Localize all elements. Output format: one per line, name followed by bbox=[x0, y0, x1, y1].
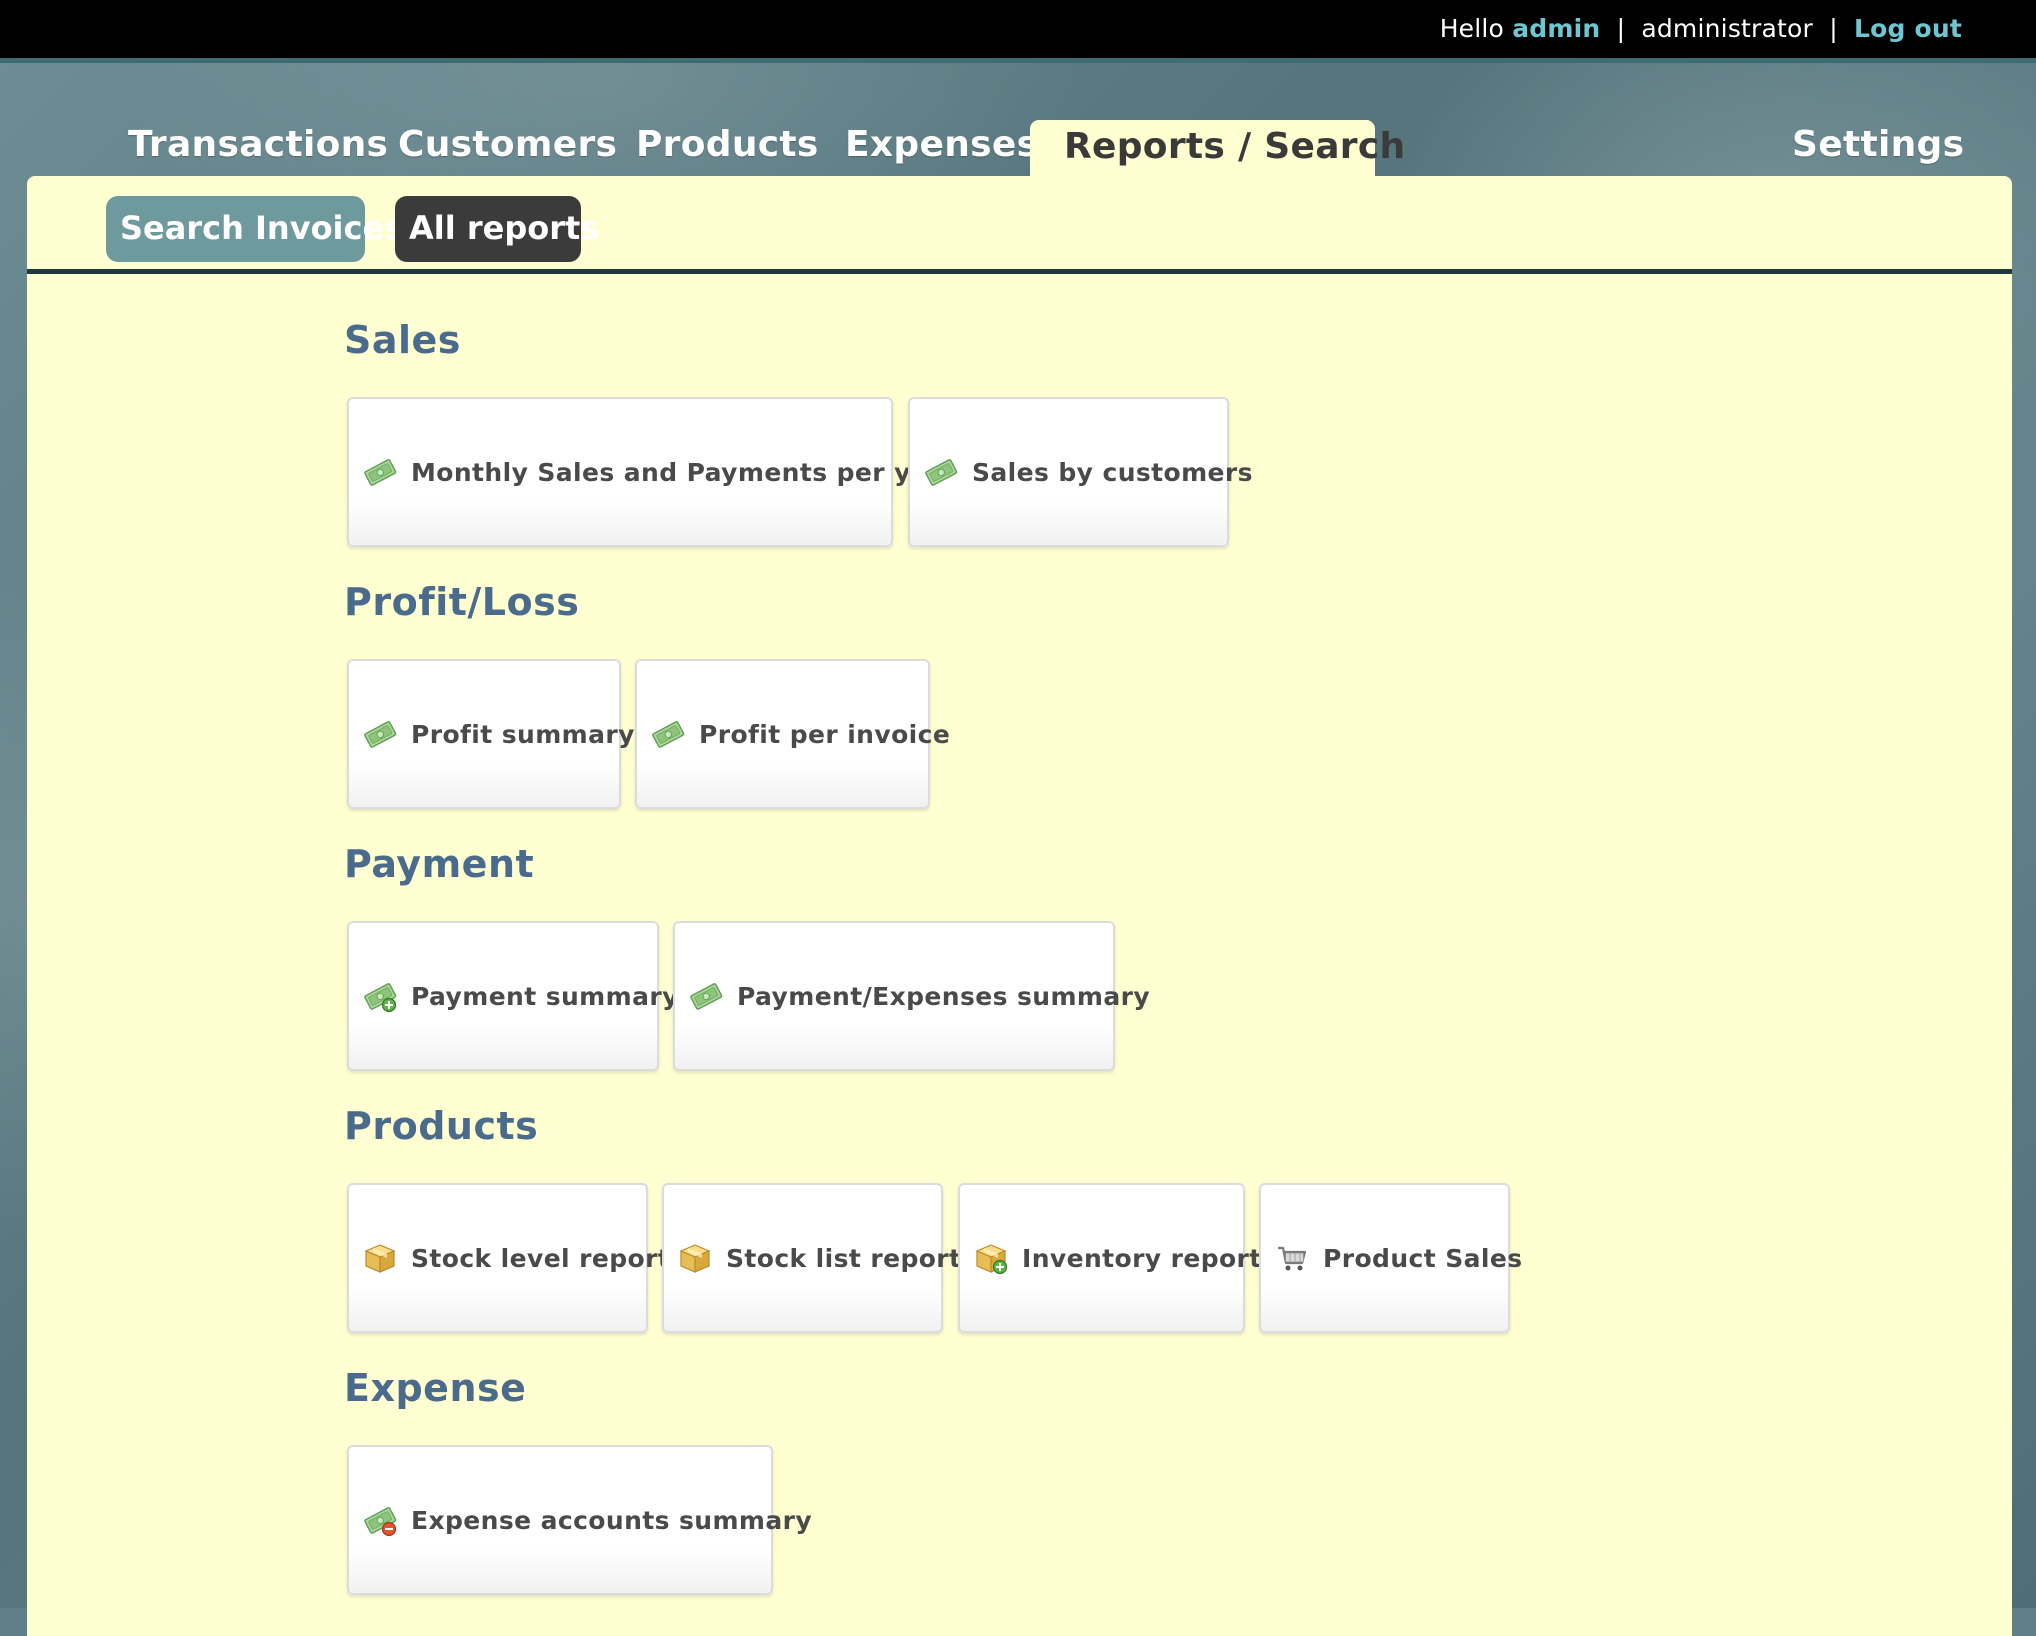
money-add-icon bbox=[363, 979, 397, 1013]
report-sales-by-customers-button[interactable]: Sales by customers bbox=[908, 397, 1253, 547]
report-label: Payment summary bbox=[411, 981, 679, 1011]
money-icon bbox=[651, 717, 685, 751]
tab-transactions[interactable]: Transactions bbox=[128, 124, 388, 165]
separator: | bbox=[1616, 14, 1626, 43]
user-info: Hello admin | administrator | Log out bbox=[1440, 14, 1962, 43]
section-title-payment: Payment bbox=[344, 842, 535, 886]
report-expense-accounts-summary-button[interactable]: Expense accounts summary bbox=[347, 1445, 812, 1595]
subtab-search-invoices[interactable]: Search Invoices bbox=[106, 196, 403, 262]
report-stock-list-button[interactable]: Stock list report bbox=[662, 1183, 961, 1333]
package-icon bbox=[678, 1241, 712, 1275]
cart-icon bbox=[1275, 1241, 1309, 1275]
report-inventory-button[interactable]: Inventory report bbox=[958, 1183, 1261, 1333]
top-bar: Hello admin | administrator | Log out bbox=[0, 0, 2036, 63]
tab-customers[interactable]: Customers bbox=[398, 124, 617, 165]
report-label: Product Sales bbox=[1323, 1243, 1523, 1273]
report-label: Expense accounts summary bbox=[411, 1505, 813, 1535]
report-label: Payment/Expenses summary bbox=[737, 981, 1151, 1011]
report-payment-expenses-summary-button[interactable]: Payment/Expenses summary bbox=[673, 921, 1150, 1071]
separator: | bbox=[1829, 14, 1838, 43]
report-payment-summary-button[interactable]: Payment summary bbox=[347, 921, 678, 1071]
greeting-text: Hello bbox=[1439, 14, 1505, 43]
report-product-sales-button[interactable]: Product Sales bbox=[1259, 1183, 1522, 1333]
section-title-expense: Expense bbox=[344, 1366, 527, 1410]
report-label: Profit per invoice bbox=[699, 719, 951, 749]
logout-link[interactable]: Log out bbox=[1854, 14, 1962, 43]
tab-reports-search[interactable]: Reports / Search bbox=[1030, 120, 1405, 178]
money-icon bbox=[363, 455, 397, 489]
report-label: Stock list report bbox=[726, 1243, 962, 1273]
section-title-profit-loss: Profit/Loss bbox=[344, 580, 580, 624]
section-title-products: Products bbox=[344, 1104, 539, 1148]
content-panel bbox=[27, 176, 2012, 1636]
report-label: Inventory report bbox=[1022, 1243, 1262, 1273]
money-icon bbox=[363, 717, 397, 751]
tab-products[interactable]: Products bbox=[636, 124, 819, 165]
username-link[interactable]: admin bbox=[1512, 14, 1600, 43]
report-label: Stock level report bbox=[411, 1243, 671, 1273]
package-icon bbox=[363, 1241, 397, 1275]
money-icon bbox=[924, 455, 958, 489]
role-text: administrator bbox=[1641, 14, 1814, 43]
subnav-divider bbox=[27, 269, 2012, 274]
subtab-all-reports[interactable]: All reports bbox=[395, 196, 599, 262]
report-monthly-sales-button[interactable]: Monthly Sales and Payments per year bbox=[347, 397, 958, 547]
money-delete-icon bbox=[363, 1503, 397, 1537]
report-label: Monthly Sales and Payments per year bbox=[411, 457, 959, 487]
money-icon bbox=[689, 979, 723, 1013]
package-add-icon bbox=[974, 1241, 1008, 1275]
report-stock-level-button[interactable]: Stock level report bbox=[347, 1183, 670, 1333]
report-profit-summary-button[interactable]: Profit summary bbox=[347, 659, 634, 809]
report-label: Profit summary bbox=[411, 719, 635, 749]
tab-settings[interactable]: Settings bbox=[1792, 124, 1964, 165]
report-profit-per-invoice-button[interactable]: Profit per invoice bbox=[635, 659, 950, 809]
section-title-sales: Sales bbox=[344, 318, 461, 362]
tab-expenses[interactable]: Expenses bbox=[845, 124, 1038, 165]
report-label: Sales by customers bbox=[972, 457, 1253, 487]
